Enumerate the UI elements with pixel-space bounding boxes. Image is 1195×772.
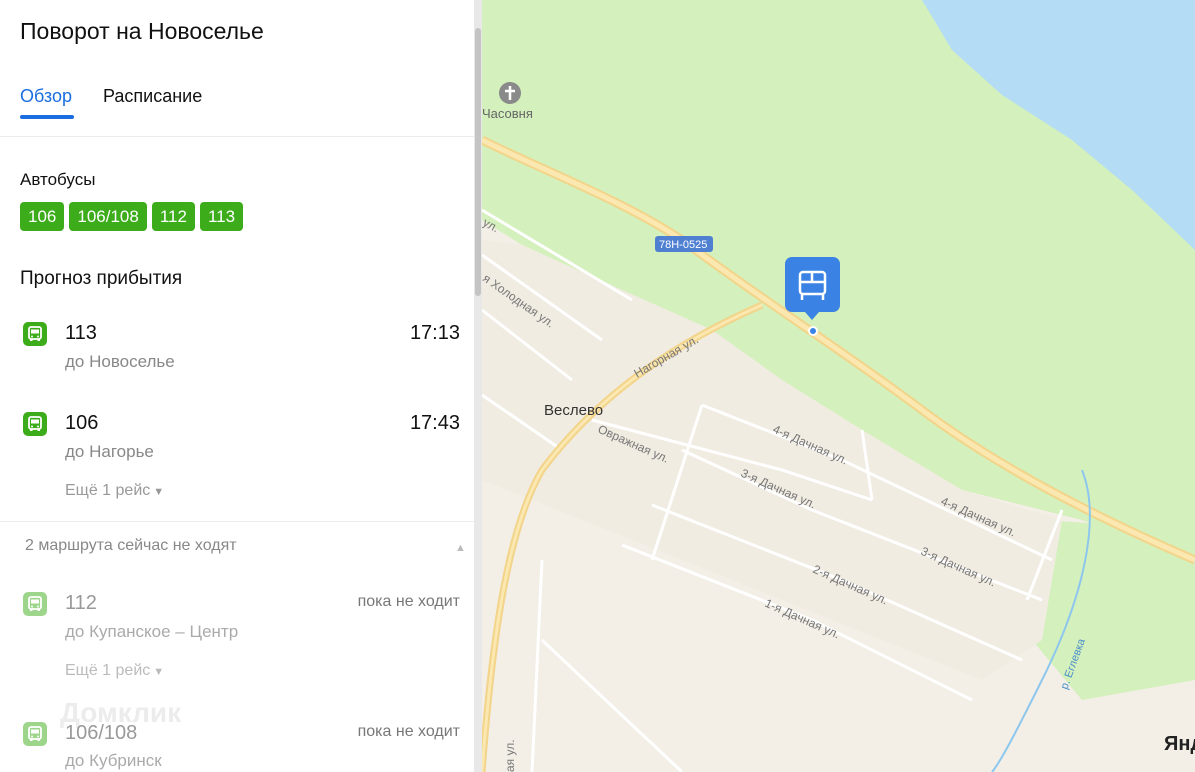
map-view[interactable]: Часовня 78Н-0525 Веслево ул. я Холодная … [482, 0, 1195, 772]
forecast-route-number[interactable]: 106 [65, 412, 98, 435]
stop-location-dot [808, 326, 818, 336]
forecast-title: Прогноз прибытия [20, 268, 183, 289]
route-badge-106-108[interactable]: 106/108 [69, 202, 147, 231]
route-badge-113[interactable]: 113 [199, 202, 244, 231]
more-trips-label: Ещё 1 рейс [65, 482, 151, 499]
chevron-down-icon: ▼ [153, 666, 165, 678]
inactive-route-destination: до Кубринск [65, 751, 162, 770]
bus-icon [23, 592, 47, 616]
route-badges: 106 106/108 112 113 [20, 202, 244, 231]
active-tab-indicator [20, 115, 74, 119]
inactive-divider [0, 521, 474, 522]
inactive-route-number[interactable]: 106/108 [65, 722, 137, 745]
forecast-arrival-time: 17:43 [409, 412, 460, 434]
buses-label: Автобусы [20, 170, 96, 189]
tabs-divider [0, 136, 474, 137]
route-status: пока не ходит [357, 593, 460, 610]
chapel-label: Часовня [482, 106, 533, 121]
more-trips-link[interactable]: Ещё 1 рейс ▼ [65, 662, 164, 680]
bus-stop-pin[interactable] [785, 257, 840, 312]
inactive-route-destination: до Купанское – Центр [65, 622, 239, 641]
inactive-route-number[interactable]: 112 [65, 592, 97, 615]
panel-scrollbar[interactable] [474, 0, 482, 772]
stop-title: Поворот на Новоселье [20, 18, 264, 44]
inactive-routes-header[interactable]: 2 маршрута сейчас не ходят [25, 537, 237, 555]
more-trips-label: Ещё 1 рейс [65, 662, 151, 679]
forecast-route-number[interactable]: 113 [65, 322, 97, 345]
yandex-logo: Янд [1164, 733, 1195, 755]
chevron-down-icon: ▼ [153, 486, 165, 498]
bus-icon [23, 412, 47, 436]
village-label: Веслево [544, 402, 603, 419]
more-trips-link[interactable]: Ещё 1 рейс ▼ [65, 482, 164, 500]
chevron-up-icon[interactable]: ▲ [455, 542, 466, 554]
scrollbar-thumb[interactable] [475, 28, 481, 296]
road-code-label: 78Н-0525 [659, 239, 707, 251]
tab-schedule[interactable]: Расписание [103, 86, 202, 107]
stop-info-panel: Поворот на Новоселье Обзор Расписание Ав… [0, 0, 474, 772]
bus-icon [23, 322, 47, 346]
route-badge-106[interactable]: 106 [20, 202, 65, 231]
map-canvas: Часовня 78Н-0525 Веслево ул. я Холодная … [482, 0, 1195, 772]
tab-overview[interactable]: Обзор [20, 86, 72, 107]
forecast-arrival-time: 17:13 [409, 322, 460, 344]
route-status: пока не ходит [357, 723, 460, 740]
bus-icon [23, 722, 47, 746]
forecast-route-destination: до Новоселье [65, 352, 175, 371]
route-badge-112[interactable]: 112 [151, 202, 195, 231]
street-label: ая ул. [503, 739, 517, 772]
forecast-route-destination: до Нагорье [65, 442, 154, 461]
